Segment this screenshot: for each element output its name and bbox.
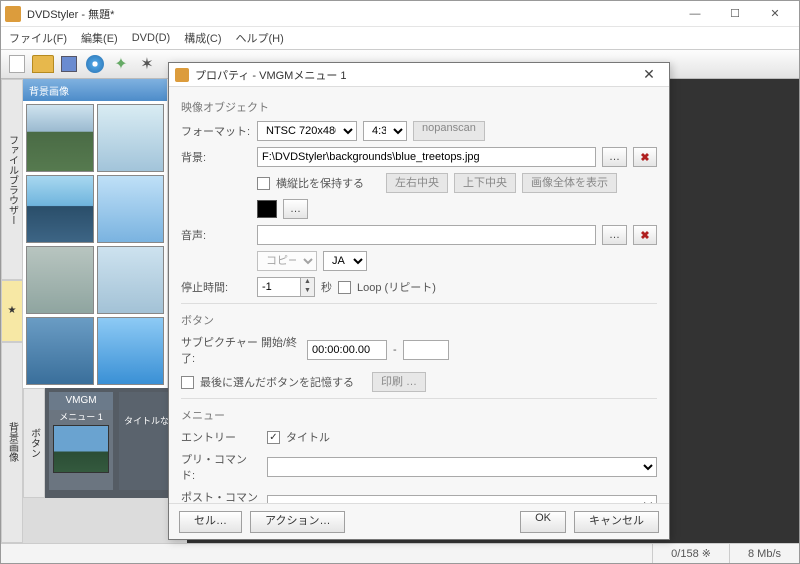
menu-thumb [53,425,109,473]
bg-thumb[interactable] [97,175,165,243]
audio-browse-button[interactable]: … [602,225,627,245]
align-tb-button[interactable]: 上下中央 [454,173,516,193]
remember-checkbox[interactable] [181,376,194,389]
menu-file[interactable]: ファイル(F) [9,30,67,46]
bg-label: 背景: [181,149,251,165]
ok-button[interactable]: OK [520,511,566,533]
new-icon[interactable] [5,52,29,76]
bg-browse-button[interactable]: … [602,147,627,167]
menu-timeline: VMGM メニュー 1 タイトルなし [45,388,187,498]
subpic-start-input[interactable] [307,340,387,360]
subpic-label: サブピクチャー 開始/終了: [181,334,301,366]
status-size: 0/158 ※ [652,544,729,563]
status-bitrate: 8 Mb/s [729,544,799,563]
nopanscan-button[interactable]: nopanscan [413,121,485,141]
bg-thumb[interactable] [26,175,94,243]
properties-dialog: プロパティ - VMGMメニュー 1 ✕ 映像オブジェクト フォーマット: NT… [168,62,670,540]
subpic-dash: - [393,344,397,356]
dialog-body: 映像オブジェクト フォーマット: NTSC 720x480 4:3 nopans… [169,87,669,503]
pause-label: 停止時間: [181,279,251,295]
align-fit-button[interactable]: 画像全体を表示 [522,173,617,193]
bg-thumb[interactable] [97,246,165,314]
align-lr-button[interactable]: 左右中央 [386,173,448,193]
menu-config[interactable]: 構成(C) [184,30,221,46]
save-icon[interactable] [57,52,81,76]
audio-label: 音声: [181,227,251,243]
menu-edit[interactable]: 編集(E) [81,30,118,46]
dialog-app-icon [175,68,189,82]
menu-dvd[interactable]: DVD(D) [132,32,171,44]
post-cmd-select[interactable] [267,495,657,503]
sec-unit: 秒 [321,279,332,295]
tab-button[interactable]: ボタン [23,388,45,498]
bg-path-input[interactable] [257,147,596,167]
loop-checkbox[interactable] [338,281,351,294]
wand-icon[interactable]: ✦ [109,52,133,76]
title-bar: DVDStyler - 無題* — ☐ ✕ [1,1,799,27]
bg-clear-button[interactable]: ✖ [633,147,657,167]
dialog-close-button[interactable]: ✕ [635,66,663,83]
cancel-button[interactable]: キャンセル [574,511,659,533]
print-button[interactable]: 印刷 … [372,372,426,392]
section-video: 映像オブジェクト [181,99,657,115]
dialog-title-bar: プロパティ - VMGMメニュー 1 ✕ [169,63,669,87]
format-label: フォーマット: [181,123,251,139]
aspect-select[interactable]: 4:3 [363,121,407,141]
pause-spinner[interactable]: ▲▼ [257,277,315,297]
spin-up-icon[interactable]: ▲ [301,278,314,287]
section-menu: メニュー [181,407,657,423]
audio-clear-button[interactable]: ✖ [633,225,657,245]
maximize-button[interactable]: ☐ [715,2,755,26]
spin-down-icon[interactable]: ▼ [301,287,314,296]
entry-label: エントリー [181,429,261,445]
subpic-end-input[interactable] [403,340,449,360]
bg-thumb[interactable] [26,246,94,314]
post-cmd-label: ポスト・コマンド: [181,489,261,503]
bg-color-swatch[interactable] [257,200,277,218]
left-tabs: ファイルブラウザー ★ 背景画像 [1,79,23,543]
tab-bg-images[interactable]: 背景画像 [1,342,23,543]
format-select[interactable]: NTSC 720x480 [257,121,357,141]
menu-help[interactable]: ヘルプ(H) [236,30,284,46]
app-icon [5,6,21,22]
status-bar: 0/158 ※ 8 Mb/s [1,543,799,563]
vmgm-header: VMGM [49,392,113,410]
pre-cmd-select[interactable] [267,457,657,477]
loop-label: Loop (リピート) [357,279,436,295]
tab-file-browser[interactable]: ファイルブラウザー [1,79,23,280]
pause-input[interactable] [257,277,301,297]
keep-aspect-label: 横縦比を保持する [276,175,364,191]
bg-thumb[interactable] [97,104,165,172]
thumbnail-grid [23,101,167,388]
open-icon[interactable] [31,52,55,76]
cell-button[interactable]: セル… [179,511,242,533]
browser-header: 背景画像 [23,79,167,101]
bg-thumb[interactable] [26,317,94,385]
window-title: DVDStyler - 無題* [27,6,675,22]
close-button[interactable]: ✕ [755,2,795,26]
dialog-footer: セル… アクション… OK キャンセル [169,503,669,539]
pre-cmd-label: プリ・コマンド: [181,451,261,483]
background-browser: 背景画像 [23,79,167,388]
vmgm-menu-cell[interactable]: VMGM メニュー 1 [49,392,113,490]
tab-bg-star-icon[interactable]: ★ [1,280,23,342]
remember-label: 最後に選んだボタンを記憶する [200,374,354,390]
keep-aspect-checkbox[interactable] [257,177,270,190]
bg-thumb[interactable] [26,104,94,172]
bg-color-more-button[interactable]: … [283,199,308,219]
section-button: ボタン [181,312,657,328]
settings-icon[interactable]: ✶ [135,52,159,76]
bg-thumb[interactable] [97,317,165,385]
audio-lang-select[interactable]: JA [323,251,367,271]
menu-bar: ファイル(F) 編集(E) DVD(D) 構成(C) ヘルプ(H) [1,27,799,49]
action-button[interactable]: アクション… [250,511,345,533]
burn-disc-icon[interactable] [83,52,107,76]
audio-path-input[interactable] [257,225,596,245]
minimize-button[interactable]: — [675,2,715,26]
audio-codec-select[interactable]: コピー [257,251,317,271]
dialog-title: プロパティ - VMGMメニュー 1 [195,67,635,83]
title-chk-label: タイトル [286,429,330,445]
menu-label: メニュー 1 [59,410,103,423]
title-checkbox[interactable] [267,431,280,444]
